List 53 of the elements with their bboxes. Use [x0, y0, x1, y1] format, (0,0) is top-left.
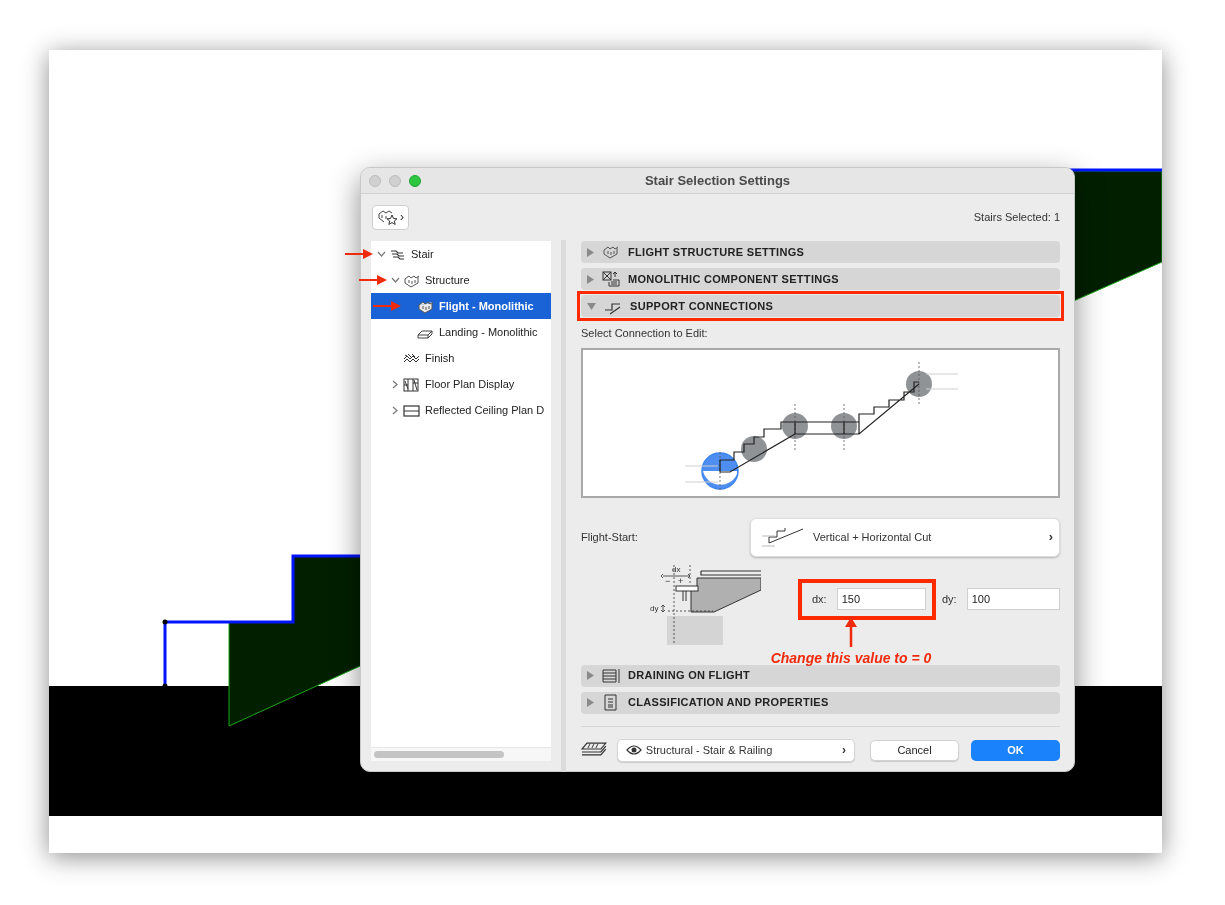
annotation-arrow — [359, 275, 387, 285]
tree-item[interactable]: Stair — [371, 241, 551, 267]
tree-item[interactable]: Floor Plan Display — [371, 371, 551, 397]
offset-diagram-drawing: dx − + dy — [641, 564, 761, 645]
floor-plan-icon — [403, 376, 420, 392]
disclosure-chevron-icon[interactable] — [392, 405, 398, 415]
selection-count: Stairs Selected: 1 — [973, 209, 1060, 225]
cancel-button[interactable]: Cancel — [870, 739, 959, 761]
stair-star-icon — [377, 208, 399, 226]
tree-item[interactable]: Flight - Monolithic — [371, 293, 551, 319]
scrollbar-thumb[interactable] — [374, 751, 504, 758]
section-header[interactable]: CLASSIFICATION AND PROPERTIES — [581, 691, 1060, 714]
drain-list-icon — [602, 667, 620, 684]
disclosure-chevron-icon[interactable] — [392, 379, 398, 389]
zoom-button[interactable] — [409, 174, 421, 187]
tree-item[interactable]: Structure — [371, 267, 551, 293]
disclosure-triangle-icon[interactable] — [587, 302, 596, 310]
tree-item[interactable]: Finish — [371, 345, 551, 371]
layers-icon — [581, 741, 607, 759]
connection-point[interactable] — [906, 370, 932, 397]
view-dropdown[interactable]: Structural - Stair & Railing › — [616, 738, 855, 762]
tree-item[interactable]: Landing - Monolithic — [371, 319, 551, 345]
disclosure-triangle-icon[interactable] — [587, 274, 594, 284]
eye-icon — [625, 745, 642, 755]
annotation-arrow — [345, 249, 373, 259]
connection-point[interactable] — [831, 412, 857, 439]
dx-label: dx: — [812, 591, 827, 607]
disclosure-triangle-icon[interactable] — [587, 247, 594, 257]
tree-item[interactable]: Reflected Ceiling Plan D — [371, 397, 551, 423]
section-header[interactable]: FLIGHT STRUCTURE SETTINGS — [581, 241, 1060, 263]
disclosure-triangle-icon[interactable] — [587, 671, 594, 680]
favorites-button[interactable]: › — [372, 204, 409, 230]
connection-type-dropdown[interactable]: Vertical + Horizontal Cut › — [750, 517, 1060, 557]
connection-label: Flight-Start: — [581, 529, 638, 545]
connection-point[interactable] — [782, 412, 808, 439]
ok-button[interactable]: OK — [971, 739, 1060, 761]
annotation-arrow — [373, 301, 401, 311]
dy-field[interactable]: 100 — [966, 588, 1060, 610]
disclosure-chevron-icon[interactable] — [390, 277, 400, 283]
document-icon — [602, 694, 620, 711]
disclosure-triangle-icon[interactable] — [587, 698, 594, 707]
connection-prompt: Select Connection to Edit: — [581, 326, 709, 341]
connection-point[interactable] — [741, 435, 767, 462]
component-settings-icon — [602, 270, 620, 288]
window-title: Stair Selection Settings — [643, 171, 792, 190]
section-header[interactable]: MONOLITHIC COMPONENT SETTINGS — [581, 268, 1060, 290]
ceiling-plan-icon — [403, 402, 420, 418]
section-header[interactable]: SUPPORT CONNECTIONS — [581, 295, 1060, 317]
dy-label: dy: — [942, 591, 957, 607]
annotation-arrow — [845, 617, 857, 647]
cut-profile-icon — [761, 525, 805, 549]
dx-field[interactable]: 150 — [836, 588, 926, 610]
disclosure-chevron-icon[interactable] — [376, 251, 386, 257]
